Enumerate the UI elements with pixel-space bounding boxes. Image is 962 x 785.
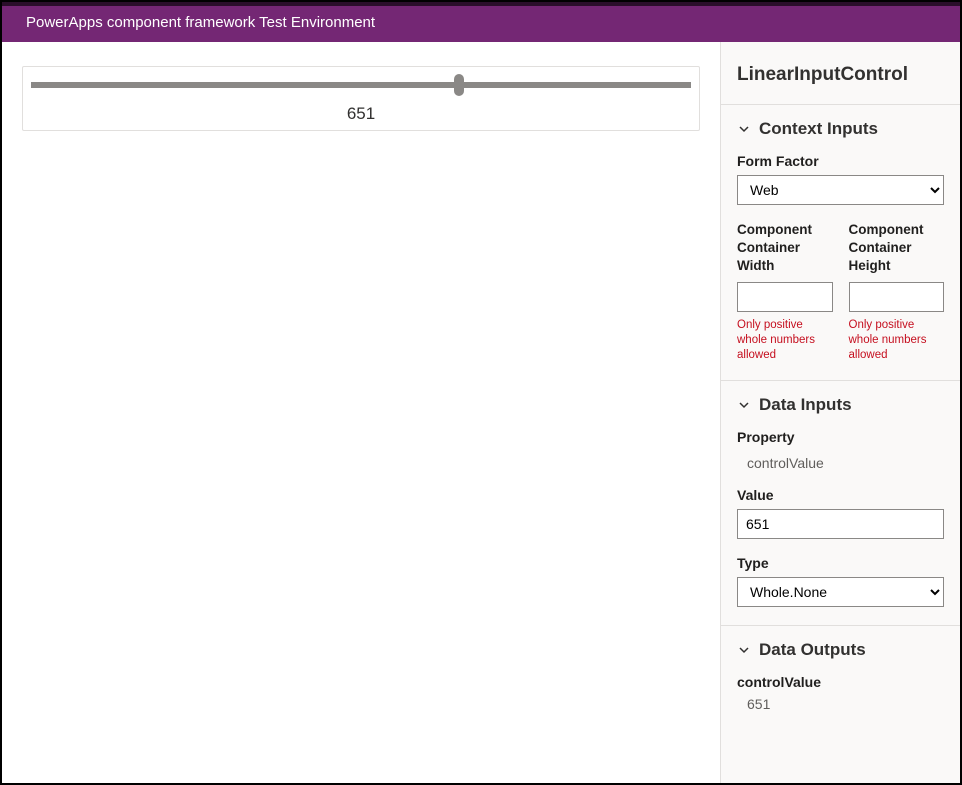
section-data-outputs: Data Outputs controlValue 651 (721, 626, 960, 730)
slider-track-area (23, 69, 699, 99)
value-input[interactable] (737, 509, 944, 539)
container-height-input[interactable] (849, 282, 945, 312)
container-width-input[interactable] (737, 282, 833, 312)
chevron-down-icon (737, 643, 751, 657)
chevron-down-icon (737, 122, 751, 136)
section-toggle-context[interactable]: Context Inputs (737, 119, 944, 139)
form-factor-label: Form Factor (737, 153, 944, 169)
section-title-data-inputs: Data Inputs (759, 395, 852, 415)
value-field: Value (737, 487, 944, 539)
value-label: Value (737, 487, 944, 503)
side-panel: LinearInputControl Context Inputs Form F… (720, 42, 960, 783)
container-width-error: Only positive whole numbers allowed (737, 318, 833, 363)
output-row: controlValue 651 (737, 674, 944, 712)
property-label: Property (737, 429, 944, 445)
type-field: Type Whole.None (737, 555, 944, 607)
form-factor-select[interactable]: Web (737, 175, 944, 205)
section-title-data-outputs: Data Outputs (759, 640, 866, 660)
slider-value-label: 651 (23, 99, 699, 130)
output-label: controlValue (737, 674, 944, 690)
type-select[interactable]: Whole.None (737, 577, 944, 607)
container-height-label: Component Container Height (849, 221, 945, 276)
container-height-field: Component Container Height Only positive… (849, 221, 945, 362)
section-toggle-data-outputs[interactable]: Data Outputs (737, 640, 944, 660)
output-value: 651 (737, 690, 944, 712)
section-data-inputs: Data Inputs Property controlValue Value … (721, 381, 960, 626)
container-width-label: Component Container Width (737, 221, 833, 276)
app-header: PowerApps component framework Test Envir… (2, 2, 960, 42)
section-toggle-data-inputs[interactable]: Data Inputs (737, 395, 944, 415)
layout: 651 LinearInputControl Context Inputs Fo… (2, 42, 960, 783)
section-context-inputs: Context Inputs Form Factor Web Component… (721, 105, 960, 381)
property-field: Property controlValue (737, 429, 944, 471)
type-label: Type (737, 555, 944, 571)
panel-title: LinearInputControl (721, 42, 960, 105)
linear-input-control: 651 (22, 66, 700, 131)
slider-input[interactable] (31, 75, 691, 95)
section-title-context: Context Inputs (759, 119, 878, 139)
form-factor-field: Form Factor Web (737, 153, 944, 205)
container-height-error: Only positive whole numbers allowed (849, 318, 945, 363)
property-value: controlValue (737, 451, 944, 471)
main-canvas: 651 (2, 42, 720, 783)
container-width-field: Component Container Width Only positive … (737, 221, 833, 362)
chevron-down-icon (737, 398, 751, 412)
app-title: PowerApps component framework Test Envir… (26, 14, 375, 31)
